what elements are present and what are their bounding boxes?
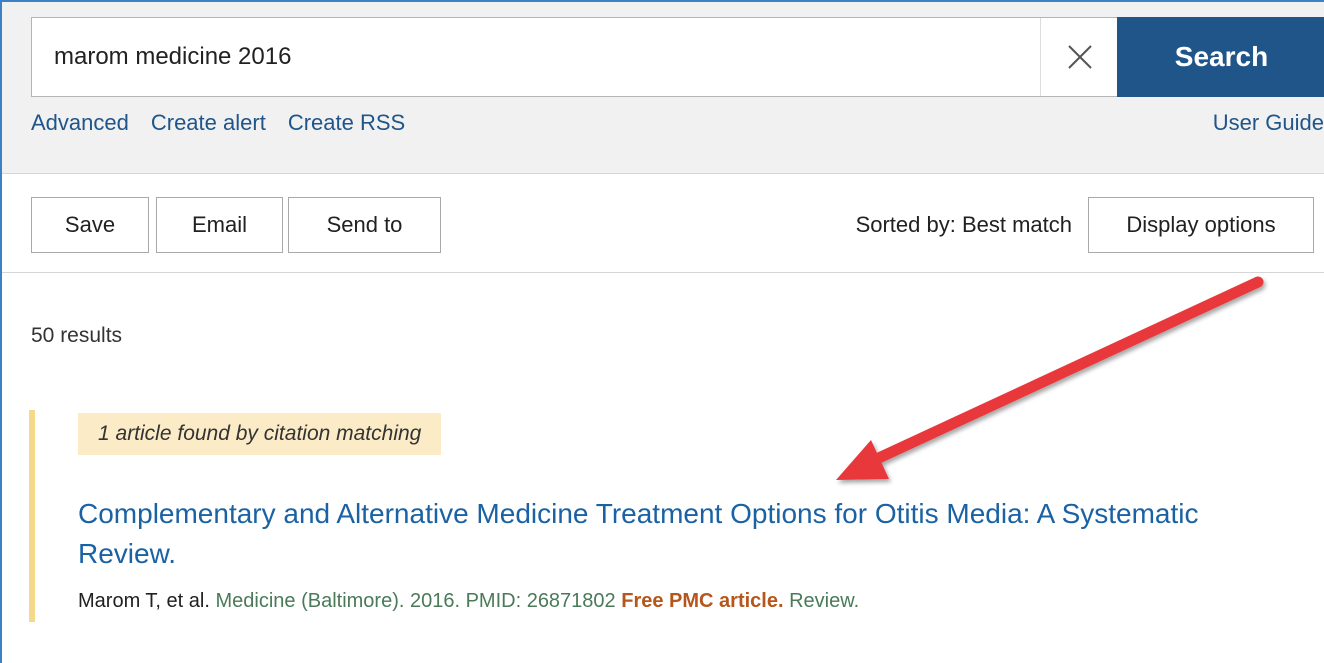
result-citation: Marom T, et al. Medicine (Baltimore). 20… <box>78 590 859 613</box>
sort-indicator[interactable]: Sorted by: Best match <box>856 197 1072 253</box>
result-journal: Medicine (Baltimore). 2016. PMID: 268718… <box>215 590 616 612</box>
search-button[interactable]: Search <box>1117 17 1324 97</box>
email-button[interactable]: Email <box>156 197 283 253</box>
advanced-link[interactable]: Advanced <box>31 110 129 135</box>
results-actions-bar: Save Email Send to Sorted by: Best match… <box>2 175 1324 273</box>
search-button-label: Search <box>1174 41 1269 72</box>
user-guide-link[interactable]: User Guide <box>1213 110 1324 136</box>
search-input[interactable] <box>32 18 1040 96</box>
display-options-button[interactable]: Display options <box>1088 197 1314 253</box>
result-title-link[interactable]: Complementary and Alternative Medicine T… <box>78 494 1278 574</box>
result-item: 1 article found by citation matching Com… <box>29 410 1309 622</box>
create-rss-link[interactable]: Create RSS <box>288 110 405 135</box>
send-to-button[interactable]: Send to <box>288 197 441 253</box>
save-button[interactable]: Save <box>31 197 149 253</box>
clear-search-button[interactable] <box>1040 18 1118 96</box>
publication-type: Review. <box>789 590 860 612</box>
free-pmc-label: Free PMC article. <box>621 590 784 612</box>
search-box <box>31 17 1117 97</box>
search-links: Advanced Create alert Create RSS <box>31 110 427 136</box>
result-authors: Marom T, et al. <box>78 590 210 612</box>
results-count: 50 results <box>31 324 123 347</box>
close-icon <box>1067 45 1092 69</box>
create-alert-link[interactable]: Create alert <box>151 110 266 135</box>
citation-match-badge: 1 article found by citation matching <box>78 413 442 455</box>
search-header: Search Advanced Create alert Create RSS Us… <box>2 2 1324 174</box>
